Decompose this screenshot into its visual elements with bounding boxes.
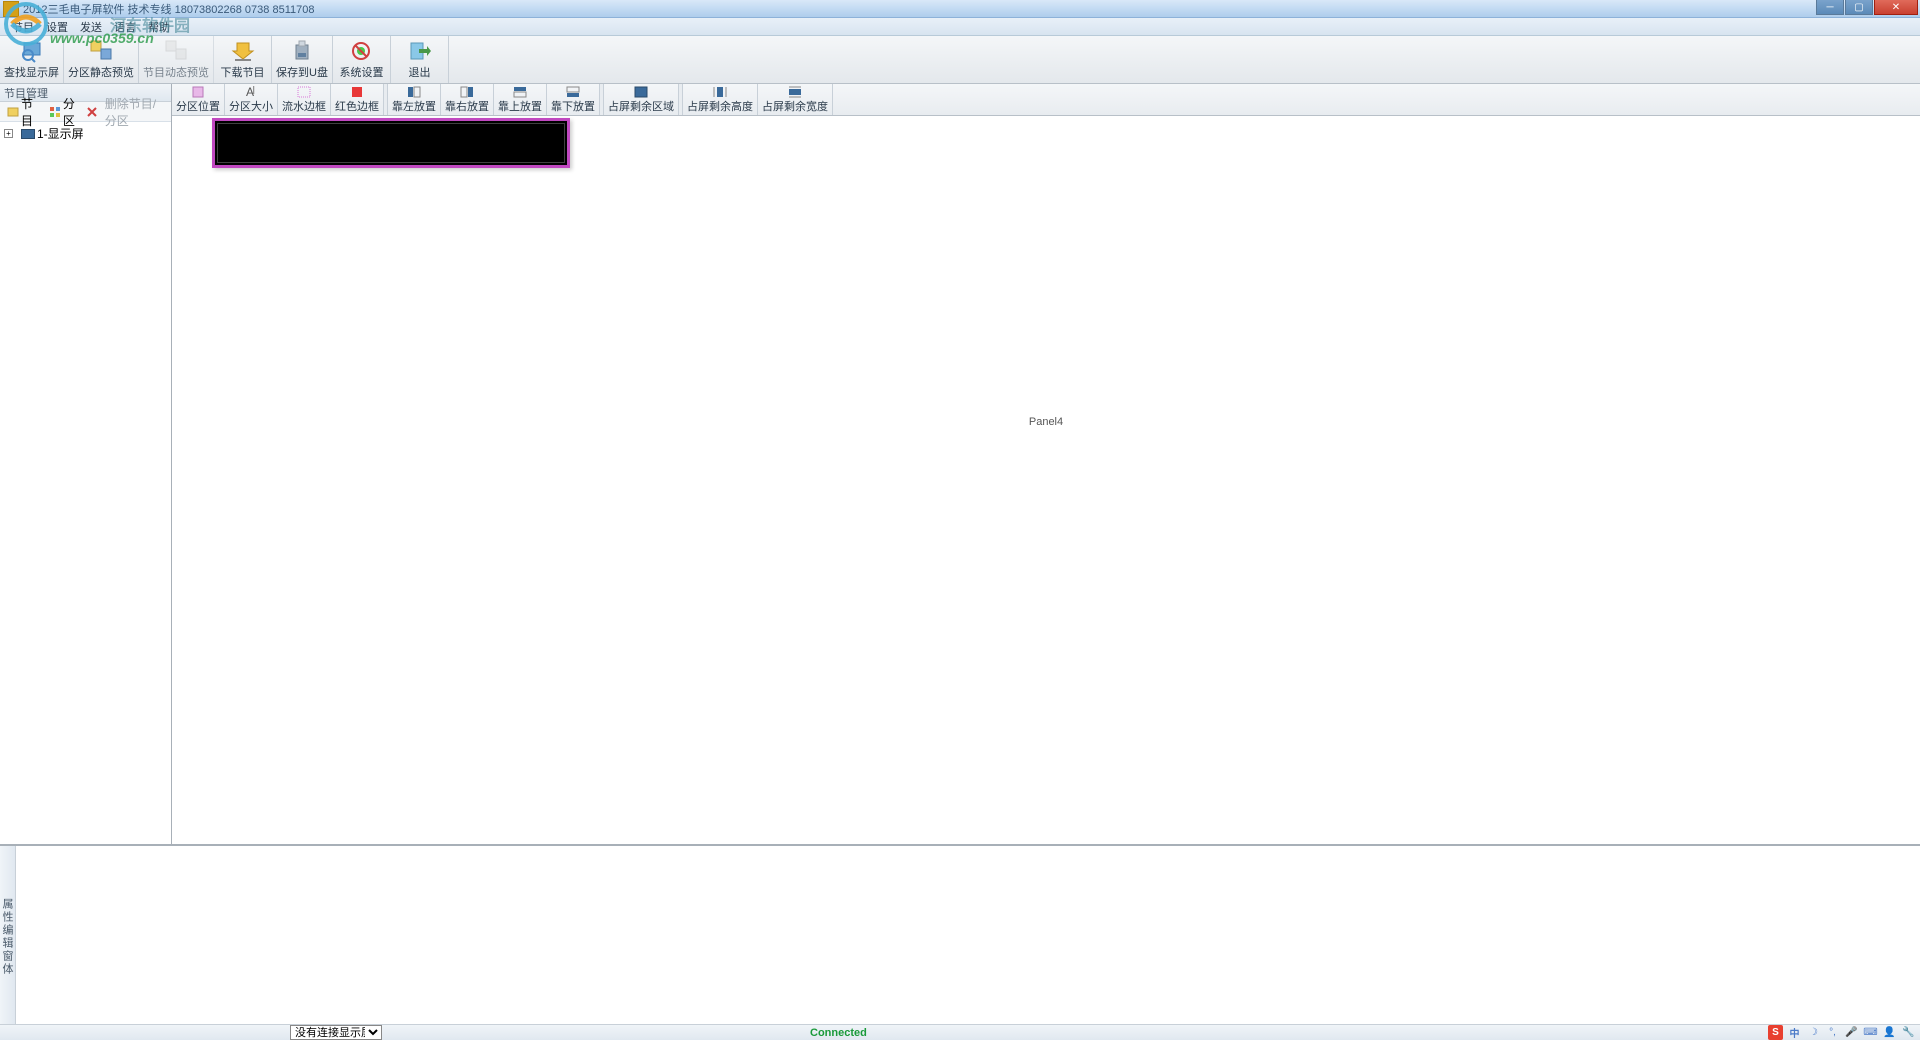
settings-icon — [347, 39, 375, 63]
titlebar: 2012三毛电子屏软件 技术专线 18073802268 0738 851170… — [0, 0, 1920, 18]
align-left-button[interactable]: 靠左放置 — [388, 84, 441, 115]
preview-static-icon — [87, 39, 115, 63]
panel-toolbar: 节目 分区 删除节目/分区 — [0, 102, 171, 122]
align-t-icon — [511, 85, 529, 98]
ime-person-icon[interactable]: 👤 — [1882, 1025, 1897, 1040]
ime-tray: S 中 ☽ °, 🎤 ⌨ 👤 🔧 — [1768, 1025, 1916, 1040]
red-border-button[interactable]: 红色边框 — [331, 84, 384, 115]
align-b-icon — [564, 85, 582, 98]
app-icon — [3, 1, 19, 17]
static-preview-button[interactable]: 分区静态预览 — [64, 36, 139, 83]
ime-mic-icon[interactable]: 🎤 — [1844, 1025, 1859, 1040]
fill-area-button[interactable]: 占屏剩余区域 — [604, 84, 679, 115]
expand-icon[interactable]: + — [4, 129, 13, 138]
fill-width-button[interactable]: 占屏剩余宽度 — [758, 84, 833, 115]
property-panel-title: 属性编辑窗体 — [0, 846, 16, 1024]
menu-language[interactable]: 语言 — [110, 19, 140, 35]
ime-lang-icon[interactable]: 中 — [1787, 1025, 1802, 1040]
sub-toolbar: 分区位置 AI 分区大小 流水边框 红色边框 靠左放置 靠右放置 — [172, 84, 1920, 116]
dynamic-preview-button[interactable]: 节目动态预览 — [139, 36, 214, 83]
find-screen-button[interactable]: 查找显示屏 — [0, 36, 64, 83]
delete-icon[interactable] — [86, 106, 98, 118]
preview-dynamic-icon — [162, 39, 190, 63]
fill-height-button[interactable]: 占屏剩余高度 — [683, 84, 758, 115]
titlebar-text: 2012三毛电子屏软件 技术专线 18073802268 0738 851170… — [23, 1, 314, 17]
program-manager-panel: 节目管理 节目 分区 删除节目/分区 + 1-显示屏 — [0, 84, 172, 844]
border-flow-icon — [295, 85, 313, 98]
screen-select[interactable]: 没有连接显示屏 — [290, 1025, 382, 1040]
main-toolbar: 查找显示屏 分区静态预览 节目动态预览 下载节目 保存到U盘 系统设置 退出 — [0, 36, 1920, 84]
align-r-icon — [458, 85, 476, 98]
fill-h-icon — [711, 85, 729, 98]
pos-icon — [189, 85, 207, 98]
menubar: 节目 设置 发送 语言 帮助 — [0, 18, 1920, 36]
ime-logo-icon[interactable]: S — [1768, 1025, 1783, 1040]
ime-wrench-icon[interactable]: 🔧 — [1901, 1025, 1916, 1040]
area-icon — [49, 106, 61, 118]
canvas-area[interactable]: Panel4 — [172, 116, 1920, 844]
align-top-button[interactable]: 靠上放置 — [494, 84, 547, 115]
program-tree[interactable]: + 1-显示屏 — [0, 122, 171, 844]
screen-preview[interactable] — [212, 118, 570, 168]
panel-label: Panel4 — [1029, 416, 1063, 428]
minimize-button[interactable]: ─ — [1816, 0, 1844, 15]
exit-button[interactable]: 退出 — [391, 36, 449, 83]
menu-program[interactable]: 节目 — [8, 19, 38, 35]
align-right-button[interactable]: 靠右放置 — [441, 84, 494, 115]
ime-moon-icon[interactable]: ☽ — [1806, 1025, 1821, 1040]
property-panel: 属性编辑窗体 — [0, 844, 1920, 1024]
align-l-icon — [405, 85, 423, 98]
ime-punct-icon[interactable]: °, — [1825, 1025, 1840, 1040]
menu-send[interactable]: 发送 — [76, 19, 106, 35]
ime-keyboard-icon[interactable]: ⌨ — [1863, 1025, 1878, 1040]
download-icon — [229, 39, 257, 63]
svg-text:I: I — [252, 86, 255, 97]
menu-settings[interactable]: 设置 — [42, 19, 72, 35]
save-usb-icon — [288, 39, 316, 63]
tree-item-screen[interactable]: + 1-显示屏 — [2, 124, 169, 143]
maximize-button[interactable]: ▢ — [1845, 0, 1873, 15]
size-icon: AI — [242, 85, 260, 98]
connection-status: Connected — [810, 1027, 867, 1039]
flow-border-button[interactable]: 流水边框 — [278, 84, 331, 115]
screen-icon — [21, 129, 35, 139]
download-program-button[interactable]: 下载节目 — [214, 36, 272, 83]
system-settings-button[interactable]: 系统设置 — [333, 36, 391, 83]
screen-select-dropdown[interactable]: 没有连接显示屏 — [290, 1025, 382, 1040]
area-position-button[interactable]: 分区位置 — [172, 84, 225, 115]
statusbar: 没有连接显示屏 Connected S 中 ☽ °, 🎤 ⌨ 👤 🔧 — [0, 1024, 1920, 1040]
property-content[interactable] — [16, 846, 1920, 1024]
fill-w-icon — [786, 85, 804, 98]
save-usb-button[interactable]: 保存到U盘 — [272, 36, 333, 83]
program-icon — [7, 106, 19, 118]
right-content: 分区位置 AI 分区大小 流水边框 红色边框 靠左放置 靠右放置 — [172, 84, 1920, 844]
align-bottom-button[interactable]: 靠下放置 — [547, 84, 600, 115]
border-red-icon — [348, 85, 366, 98]
search-screen-icon — [18, 39, 46, 63]
exit-icon — [405, 39, 433, 63]
area-size-button[interactable]: AI 分区大小 — [225, 84, 278, 115]
menu-help[interactable]: 帮助 — [144, 19, 174, 35]
close-button[interactable]: ✕ — [1874, 0, 1918, 15]
fill-area-icon — [632, 85, 650, 98]
